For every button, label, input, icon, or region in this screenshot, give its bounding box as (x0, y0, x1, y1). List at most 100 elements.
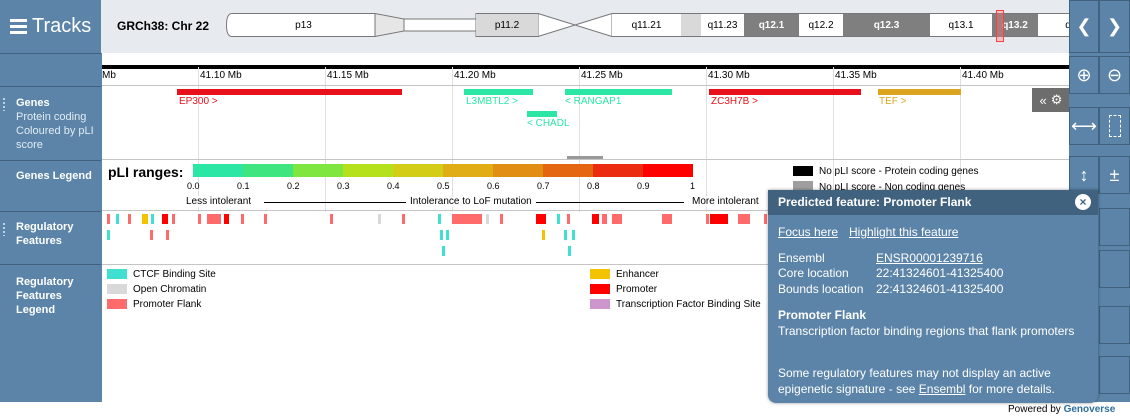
band-q11-21[interactable]: q11.21 (612, 13, 681, 37)
reg-promoter-flank[interactable] (706, 214, 709, 224)
reg-promoter[interactable] (710, 214, 728, 224)
genoverse-brand[interactable]: Genoverse (1064, 404, 1116, 415)
reg-promoter-flank[interactable] (166, 230, 169, 240)
ensembl-id-link[interactable]: ENSR00001239716 (876, 251, 983, 265)
reg-enhancer[interactable] (142, 214, 148, 224)
zoom-in-button[interactable]: ⊕ (1069, 56, 1099, 94)
reg-promoter[interactable] (224, 214, 229, 224)
reg-promoter-flank[interactable] (150, 230, 153, 240)
reg-promoter[interactable] (592, 214, 599, 224)
reg-promoter-flank[interactable] (567, 214, 570, 224)
reg-open-chromatin[interactable] (378, 214, 381, 224)
current-region-marker[interactable] (996, 10, 1004, 42)
expand-collapse-button[interactable]: ± (1099, 156, 1130, 194)
gene-label-chadl[interactable]: < CHADL (527, 118, 570, 129)
reg-ctcf[interactable] (151, 214, 154, 224)
gene-label-rangap1[interactable]: < RANGAP1 (565, 96, 621, 107)
reg-promoter-flank[interactable] (662, 214, 672, 224)
reg-ctcf[interactable] (557, 214, 560, 224)
genes-track-label[interactable]: Genes Protein coding Coloured by pLI sco… (0, 86, 101, 160)
powered-by: Powered by Genoverse (1008, 404, 1115, 415)
track-settings-button[interactable]: « ⚙ (1032, 88, 1070, 112)
band-p11-2[interactable]: p11.2 (476, 13, 538, 37)
scroll-left-button[interactable]: ❮ (1069, 0, 1099, 53)
reg-promoter-flank[interactable] (500, 214, 503, 224)
reg-ctcf[interactable] (572, 230, 575, 240)
reg-promoter-flank[interactable] (198, 214, 201, 224)
reg-promoter-flank[interactable] (128, 214, 131, 224)
reg-ctcf[interactable] (107, 230, 110, 240)
ruler-tick-label: 41.30 Mb (708, 70, 750, 81)
reg-promoter[interactable] (162, 214, 168, 224)
gene-label-ep300[interactable]: EP300 > (179, 96, 218, 107)
gene-label-l3mbtl2[interactable]: L3MBTL2 > (466, 96, 518, 107)
reg-promoter-flank[interactable] (452, 214, 482, 224)
fullscreen-button[interactable] (1099, 306, 1130, 344)
genes-track-subtitle-1: Protein coding (16, 111, 87, 123)
gene-ep300[interactable] (177, 89, 402, 95)
core-location-key: Core location (778, 266, 849, 280)
band-q11-23[interactable]: q11.23 (701, 13, 744, 37)
select-mode-button[interactable] (1099, 107, 1130, 145)
pli-less-label: Less intolerant (186, 196, 256, 207)
gene-chadl[interactable] (527, 111, 557, 117)
gene-l3mbtl2[interactable] (464, 89, 533, 95)
zoom-out-button[interactable]: ⊖ (1099, 56, 1130, 94)
pli-color-3 (343, 164, 393, 177)
reg-promoter-flank[interactable] (764, 214, 767, 224)
tracks-menu-button[interactable]: Tracks (0, 0, 101, 53)
band-q12-1[interactable]: q12.1 (744, 13, 799, 37)
regulatory-track-label[interactable]: Regulatory Features (0, 211, 101, 264)
reg-promoter-flank[interactable] (264, 214, 267, 224)
reg-enhancer[interactable] (542, 230, 545, 240)
location-button[interactable] (1099, 250, 1130, 288)
pli-tick: 0.4 (387, 181, 400, 191)
zoom-in-icon: ⊕ (1076, 64, 1092, 85)
legend-label-enhancer: Enhancer (616, 269, 659, 280)
gear-icon[interactable]: ⚙ (1051, 92, 1063, 108)
gene-label-tef[interactable]: TEF > (879, 96, 907, 107)
ensembl-link[interactable]: Ensembl (919, 382, 966, 396)
drag-mode-button[interactable]: ⟷ (1069, 107, 1099, 145)
reg-promoter-flank[interactable] (207, 214, 221, 224)
chromosome-ideogram[interactable]: p13 p11.2 q11.21 q11.23 q12.1 q12.2 q12.… (226, 13, 1050, 37)
band-q13-1[interactable]: q13.1 (930, 13, 992, 37)
gene-tef[interactable] (878, 89, 961, 95)
reg-ctcf[interactable] (446, 230, 449, 240)
focus-here-link[interactable]: Focus here (778, 225, 838, 239)
reg-promoter-flank[interactable] (330, 214, 333, 224)
reg-promoter-flank[interactable] (172, 214, 175, 224)
reg-ctcf[interactable] (568, 246, 571, 256)
help-button-partial[interactable] (1099, 208, 1130, 246)
tracks-label: Tracks (32, 15, 92, 37)
ensembl-key: Ensembl (778, 251, 825, 265)
reg-ctcf[interactable] (440, 230, 443, 240)
collapse-icon[interactable]: « (1040, 93, 1047, 108)
reg-promoter-flank[interactable] (602, 214, 607, 224)
reg-ctcf[interactable] (564, 230, 567, 240)
reg-promoter-flank[interactable] (107, 214, 110, 224)
gene-rangap1[interactable] (565, 89, 672, 95)
reg-ctcf[interactable] (438, 214, 441, 224)
band-q11-22[interactable] (681, 13, 701, 37)
gene-zc3h7b[interactable] (709, 89, 861, 95)
reg-promoter-flank[interactable] (612, 214, 622, 224)
band-q12-3[interactable]: q12.3 (843, 13, 930, 37)
reg-ctcf[interactable] (116, 214, 119, 224)
reg-promoter-flank[interactable] (738, 214, 750, 224)
gene-label-zc3h7b[interactable]: ZC3H7B > (711, 96, 758, 107)
reg-promoter-flank[interactable] (402, 214, 405, 224)
reg-promoter[interactable] (536, 214, 546, 224)
info-button[interactable] (1099, 356, 1130, 394)
close-icon[interactable]: × (1075, 194, 1091, 210)
reg-promoter-flank[interactable] (241, 214, 244, 224)
genes-legend-title: Genes Legend (16, 170, 92, 182)
band-q12-2[interactable]: q12.2 (799, 13, 843, 37)
resize-tracks-button[interactable]: ↕ (1069, 156, 1099, 194)
reg-ctcf[interactable] (442, 246, 445, 256)
band-p13[interactable]: p13 (232, 13, 375, 37)
highlight-feature-link[interactable]: Highlight this feature (849, 225, 958, 239)
pli-tick: 0.5 (437, 181, 450, 191)
reg-open-chromatin[interactable] (486, 214, 489, 224)
scroll-right-button[interactable]: ❯ (1099, 0, 1130, 53)
